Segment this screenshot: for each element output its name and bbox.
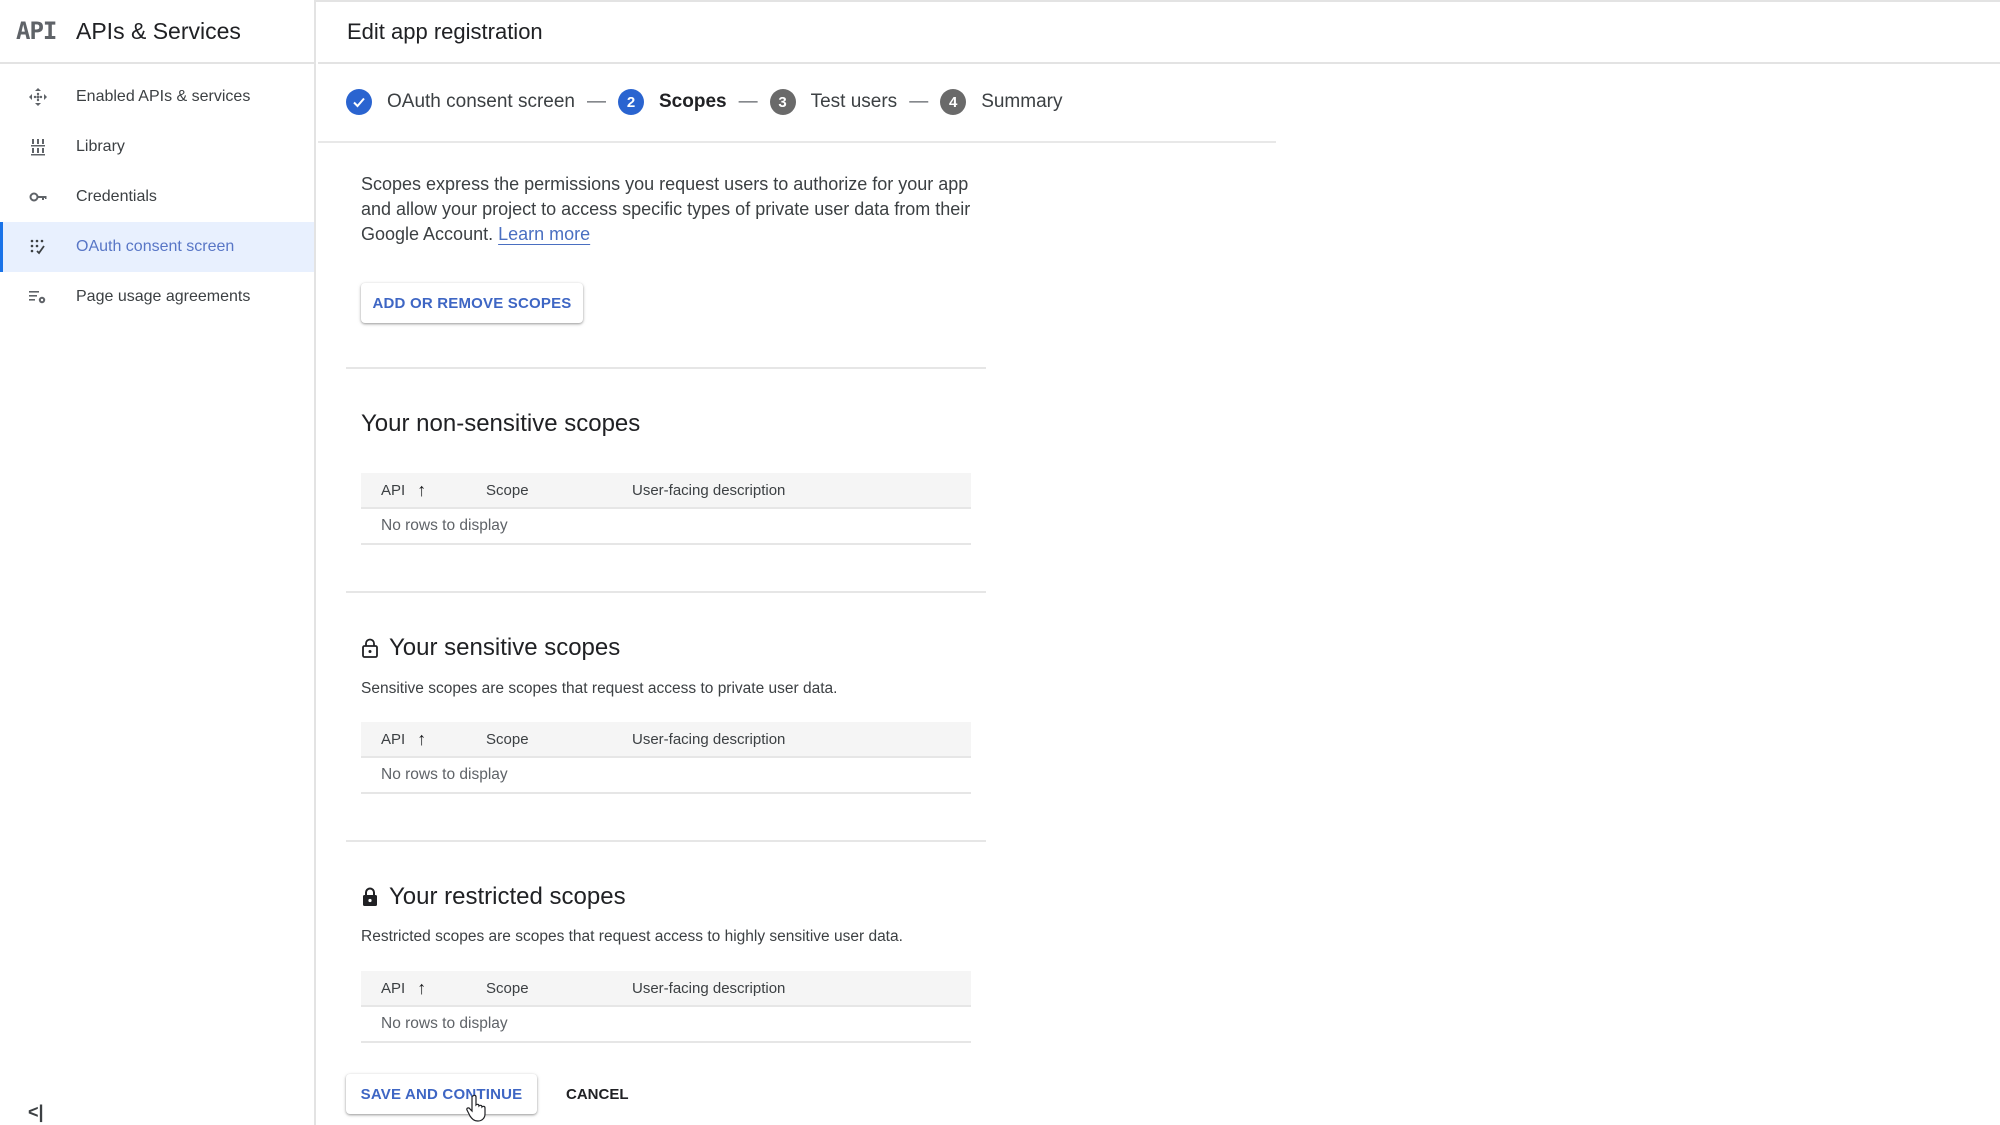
step-number: 4 (940, 89, 967, 115)
section-title-text: Your sensitive scopes (389, 634, 621, 661)
library-icon (0, 137, 76, 157)
column-user-facing-description[interactable]: User-facing description (632, 980, 785, 997)
sidebar-item-enabled-apis[interactable]: Enabled APIs & services (0, 72, 314, 122)
empty-table-message: No rows to display (361, 509, 971, 545)
cancel-button[interactable]: CANCEL (556, 1074, 639, 1114)
column-api[interactable]: API ↑ (361, 729, 486, 750)
column-api[interactable]: API ↑ (361, 978, 486, 999)
section-divider (346, 840, 986, 842)
hand-pointer-cursor-icon (466, 1094, 486, 1122)
page-header: Edit app registration (318, 2, 2000, 64)
step-scopes[interactable]: 2 Scopes (618, 89, 727, 115)
column-label: API (381, 481, 406, 499)
add-or-remove-scopes-button[interactable]: ADD OR REMOVE SCOPES (361, 283, 583, 323)
sort-ascending-icon: ↑ (417, 977, 427, 998)
column-user-facing-description[interactable]: User-facing description (632, 731, 785, 748)
step-label: Scopes (659, 91, 727, 112)
non-sensitive-scopes-title: Your non-sensitive scopes (361, 410, 640, 438)
step-oauth-consent-screen[interactable]: OAuth consent screen (346, 89, 575, 115)
sensitive-scopes-title: Your sensitive scopes (361, 634, 620, 662)
column-scope[interactable]: Scope (486, 731, 632, 748)
table-header: API ↑ Scope User-facing description (361, 473, 971, 509)
sidebar-item-oauth-consent-screen[interactable]: OAuth consent screen (0, 222, 314, 272)
section-divider (346, 591, 986, 593)
step-label: Summary (981, 91, 1063, 112)
api-logo: API (16, 17, 57, 45)
empty-table-message: No rows to display (361, 1007, 971, 1043)
sidebar-item-page-usage-agreements[interactable]: Page usage agreements (0, 272, 314, 322)
sidebar-item-credentials[interactable]: Credentials (0, 172, 314, 222)
sort-ascending-icon: ↑ (417, 728, 427, 749)
step-label: OAuth consent screen (387, 91, 575, 112)
save-and-continue-button[interactable]: SAVE AND CONTINUE (346, 1074, 537, 1114)
sidebar-item-label: Credentials (76, 188, 157, 205)
check-circle-icon (346, 89, 372, 115)
section-title-text: Your restricted scopes (389, 883, 626, 910)
sidebar: API APIs & Services Enabled APIs & servi… (0, 0, 316, 1125)
intro-text: Scopes express the permissions you reque… (361, 174, 971, 244)
table-header: API ↑ Scope User-facing description (361, 971, 971, 1007)
column-label: API (381, 979, 406, 997)
step-summary[interactable]: 4 Summary (940, 89, 1062, 115)
sidebar-item-library[interactable]: Library (0, 122, 314, 172)
sidebar-item-label: Enabled APIs & services (76, 88, 251, 105)
collapse-sidebar-icon[interactable]: <| (28, 1102, 44, 1123)
product-title[interactable]: APIs & Services (76, 18, 241, 45)
column-user-facing-description[interactable]: User-facing description (632, 482, 785, 499)
step-number: 3 (769, 89, 796, 115)
non-sensitive-scopes-table: API ↑ Scope User-facing description No ro… (361, 473, 971, 545)
learn-more-link[interactable]: Learn more (498, 224, 590, 244)
section-divider (346, 367, 986, 369)
restricted-scopes-title: Your restricted scopes (361, 883, 626, 911)
step-separator: — (738, 91, 758, 112)
sidebar-nav: Enabled APIs & services Library Credenti… (0, 72, 314, 322)
sidebar-item-label: Page usage agreements (76, 288, 251, 305)
enabled-apis-icon (0, 87, 76, 107)
sort-ascending-icon: ↑ (417, 479, 427, 500)
lock-filled-icon (363, 887, 377, 906)
table-header: API ↑ Scope User-facing description (361, 722, 971, 758)
column-label: API (381, 730, 406, 748)
sidebar-item-label: OAuth consent screen (76, 238, 235, 255)
settings-list-icon (0, 287, 76, 307)
step-label: Test users (810, 91, 898, 112)
sidebar-item-label: Library (76, 138, 125, 155)
registration-stepper: OAuth consent screen — 2 Scopes — 3 Test… (346, 84, 1062, 120)
column-api[interactable]: API ↑ (361, 480, 486, 501)
scopes-intro: Scopes express the permissions you reque… (361, 172, 981, 247)
section-title-text: Your non-sensitive scopes (361, 410, 641, 437)
restricted-scopes-table: API ↑ Scope User-facing description No ro… (361, 971, 971, 1043)
oauth-consent-icon (0, 237, 76, 257)
step-separator: — (909, 91, 929, 112)
page-title: Edit app registration (347, 19, 543, 44)
stepper-divider (318, 141, 1276, 143)
column-scope[interactable]: Scope (486, 980, 632, 997)
sensitive-scopes-table: API ↑ Scope User-facing description No ro… (361, 722, 971, 794)
restricted-scopes-description: Restricted scopes are scopes that reques… (361, 928, 903, 945)
column-scope[interactable]: Scope (486, 482, 632, 499)
sensitive-scopes-description: Sensitive scopes are scopes that request… (361, 680, 838, 697)
key-icon (0, 187, 76, 207)
lock-open-outline-icon (362, 638, 378, 658)
empty-table-message: No rows to display (361, 758, 971, 794)
step-number: 2 (618, 89, 644, 115)
step-separator: — (587, 91, 606, 112)
step-test-users[interactable]: 3 Test users (769, 89, 898, 115)
sidebar-brand: API APIs & Services (0, 0, 314, 64)
